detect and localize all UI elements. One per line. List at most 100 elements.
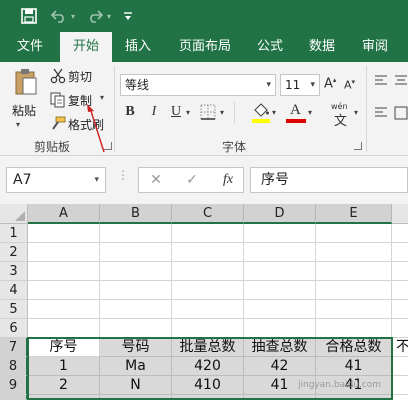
borders-dropdown-icon[interactable]: ▾ [220,108,224,117]
cell-e8[interactable]: 41 [316,357,392,376]
cell-a8[interactable]: 1 [28,357,100,376]
cell-b4[interactable] [100,281,172,300]
cell-a4[interactable] [28,281,100,300]
cell-f3[interactable] [392,262,408,281]
select-all-button[interactable] [0,204,28,224]
cell-e1[interactable] [316,224,392,243]
row-header-8[interactable]: 8 [0,357,28,376]
cell-d10[interactable] [244,395,316,400]
save-icon[interactable] [20,6,38,26]
decrease-font-size-button[interactable]: A▾ [344,78,358,96]
paste-button[interactable]: 粘贴 [8,66,42,128]
font-name-dropdown[interactable]: 等线 ▾ [120,74,276,96]
row-header-6[interactable]: 6 [0,319,28,338]
formula-bar-resize-handle[interactable]: ⋮ [117,169,129,181]
cell-e5[interactable] [316,300,392,319]
cell-a10[interactable] [28,395,100,400]
cell-c2[interactable] [172,243,244,262]
column-header-f[interactable] [392,204,408,224]
row-header-2[interactable]: 2 [0,243,28,262]
italic-button[interactable]: I [144,100,164,124]
cancel-icon[interactable]: ✕ [145,168,167,192]
row-header-10[interactable] [0,395,28,400]
column-header-b[interactable]: B [100,204,172,224]
row-header-7[interactable]: 7 [0,338,28,357]
phonetic-guide-button[interactable]: wén 文 [330,102,352,129]
cell-a1[interactable] [28,224,100,243]
font-color-button[interactable]: A [286,102,306,124]
row-header-1[interactable]: 1 [0,224,28,243]
cell-d7[interactable]: 抽查总数 [244,338,316,357]
redo-dropdown-icon[interactable]: ▾ [104,6,114,26]
cell-c8[interactable]: 420 [172,357,244,376]
cell-d8[interactable]: 42 [244,357,316,376]
cell-b7[interactable]: 号码 [100,338,172,357]
font-dialog-launcher-icon[interactable] [354,142,362,150]
cell-c3[interactable] [172,262,244,281]
cell-c10[interactable] [172,395,244,400]
align-middle-icon[interactable] [394,74,408,91]
tab-formulas[interactable]: 公式 [248,32,292,62]
column-header-d[interactable]: D [244,204,316,224]
cell-f4[interactable] [392,281,408,300]
cell-e6[interactable] [316,319,392,338]
increase-font-size-button[interactable]: A▴ [324,76,340,94]
cell-e7[interactable]: 合格总数 [316,338,392,357]
align-top-icon[interactable] [374,74,388,91]
cell-a3[interactable] [28,262,100,281]
align-left-icon[interactable] [374,106,388,123]
worksheet-grid[interactable]: A B C D E 1 2 3 4 5 6 7 8 9 序号 号码 批量总数 抽… [0,204,408,400]
cell-c5[interactable] [172,300,244,319]
cell-c4[interactable] [172,281,244,300]
undo-icon[interactable] [50,6,68,26]
paste-dropdown-icon[interactable]: ▾ [16,120,20,129]
cell-a6[interactable] [28,319,100,338]
underline-dropdown-icon[interactable]: ▾ [186,108,190,117]
phonetic-dropdown-icon[interactable]: ▾ [354,108,358,117]
cell-d4[interactable] [244,281,316,300]
cell-a9[interactable]: 2 [28,376,100,395]
cell-f1[interactable] [392,224,408,243]
tab-insert[interactable]: 插入 [116,32,160,62]
row-header-3[interactable]: 3 [0,262,28,281]
cell-e2[interactable] [316,243,392,262]
tab-page-layout[interactable]: 页面布局 [170,32,240,62]
customize-toolbar-icon[interactable] [122,6,134,26]
cell-e4[interactable] [316,281,392,300]
cell-b2[interactable] [100,243,172,262]
cell-f5[interactable] [392,300,408,319]
cell-d3[interactable] [244,262,316,281]
cell-a2[interactable] [28,243,100,262]
column-header-e[interactable]: E [316,204,392,224]
font-color-dropdown-icon[interactable]: ▾ [308,108,312,117]
cut-button[interactable]: 剪切 [48,66,98,86]
cell-a7[interactable]: 序号 [28,338,100,357]
cell-c7[interactable]: 批量总数 [172,338,244,357]
row-header-9[interactable]: 9 [0,376,28,395]
cell-a5[interactable] [28,300,100,319]
redo-icon[interactable] [86,6,104,26]
insert-function-button[interactable]: fx [215,168,241,192]
column-header-a[interactable]: A [28,204,100,224]
enter-icon[interactable]: ✓ [181,168,203,192]
cell-f2[interactable] [392,243,408,262]
tab-file[interactable]: 文件 [8,32,52,62]
cell-e3[interactable] [316,262,392,281]
align-center-icon[interactable] [394,106,408,123]
bold-button[interactable]: B [120,100,140,124]
row-header-5[interactable]: 5 [0,300,28,319]
cell-f6[interactable] [392,319,408,338]
formula-input[interactable]: 序号 [250,167,408,193]
tab-data[interactable]: 数据 [300,32,344,62]
cell-d5[interactable] [244,300,316,319]
cell-b6[interactable] [100,319,172,338]
cell-c1[interactable] [172,224,244,243]
cell-f9[interactable] [392,376,408,395]
cell-e10[interactable] [316,395,392,400]
cell-d1[interactable] [244,224,316,243]
tab-review[interactable]: 审阅 [352,32,398,62]
cell-d6[interactable] [244,319,316,338]
column-header-c[interactable]: C [172,204,244,224]
cell-b1[interactable] [100,224,172,243]
row-header-4[interactable]: 4 [0,281,28,300]
